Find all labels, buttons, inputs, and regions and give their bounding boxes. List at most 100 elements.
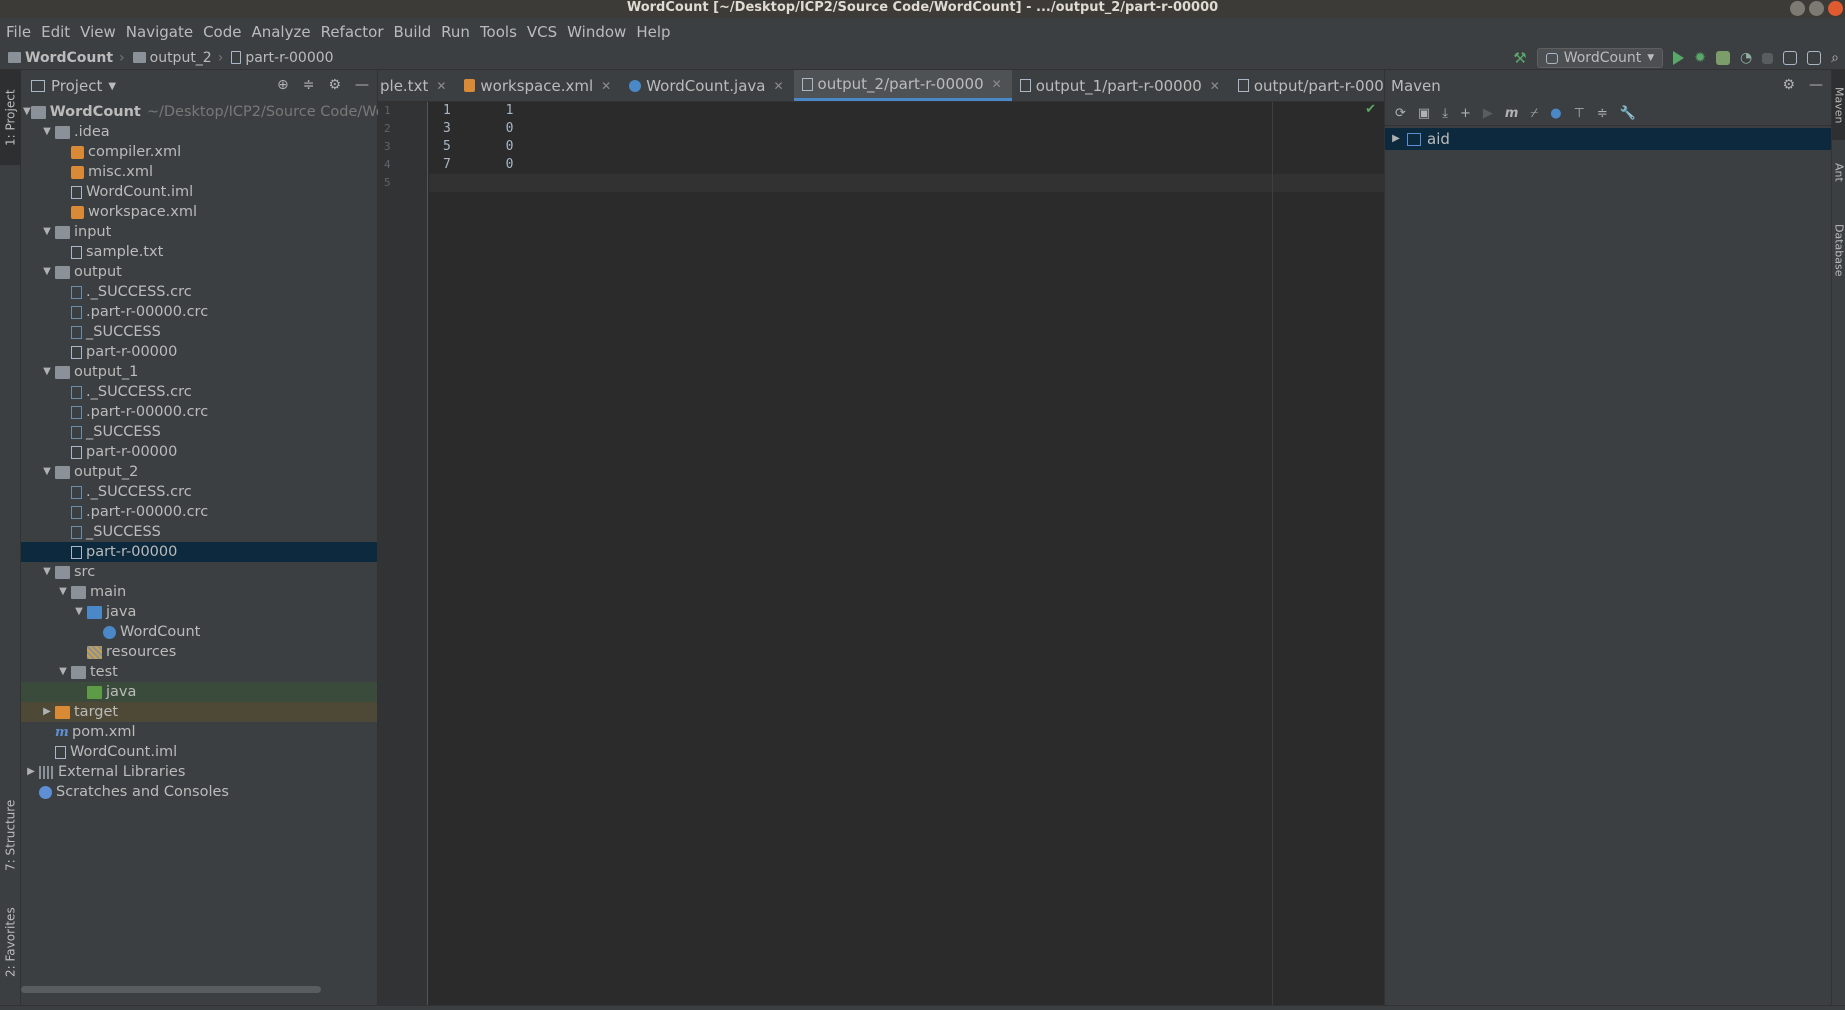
- chevron-down-icon[interactable]: ▼: [39, 222, 55, 242]
- breadcrumb-folder[interactable]: output_2 ›: [132, 50, 223, 66]
- tree-item-file[interactable]: workspace.xml: [21, 202, 377, 222]
- menu-tools[interactable]: Tools: [480, 23, 517, 41]
- tree-item-file[interactable]: compiler.xml: [21, 142, 377, 162]
- menu-run[interactable]: Run: [441, 23, 470, 41]
- tab-output-part[interactable]: output/part-r-00000 ✕: [1230, 70, 1384, 101]
- tool-tab-ant[interactable]: Ant: [1832, 150, 1845, 195]
- chevron-down-icon[interactable]: ▼: [39, 122, 55, 142]
- tool-tab-maven[interactable]: Maven: [1832, 70, 1845, 140]
- add-icon[interactable]: +: [1460, 106, 1471, 121]
- tab-output1-part[interactable]: output_1/part-r-00000 ✕: [1012, 70, 1230, 101]
- menu-help[interactable]: Help: [636, 23, 670, 41]
- tree-item-file[interactable]: ._SUCCESS.crc: [21, 482, 377, 502]
- tree-item-file[interactable]: .part-r-00000.crc: [21, 502, 377, 522]
- tree-item-file[interactable]: part-r-00000: [21, 442, 377, 462]
- menu-code[interactable]: Code: [203, 23, 241, 41]
- tree-item-folder[interactable]: ▼ main: [21, 582, 377, 602]
- close-window-button[interactable]: [1828, 1, 1843, 16]
- hide-icon[interactable]: —: [355, 78, 369, 92]
- tree-item-folder[interactable]: java: [21, 682, 377, 702]
- tree-item-class[interactable]: WordCount: [21, 622, 377, 642]
- tree-item-folder[interactable]: ▼ test: [21, 662, 377, 682]
- collapse-all-icon[interactable]: ≑: [1597, 106, 1608, 121]
- menu-edit[interactable]: Edit: [41, 23, 70, 41]
- chevron-down-icon[interactable]: ▼: [39, 362, 55, 382]
- tree-item-file[interactable]: m pom.xml: [21, 722, 377, 742]
- horizontal-scrollbar[interactable]: [21, 986, 321, 993]
- chevron-down-icon[interactable]: ▼: [55, 662, 71, 682]
- tree-item-file[interactable]: part-r-00000: [21, 342, 377, 362]
- tree-item-file[interactable]: .part-r-00000.crc: [21, 402, 377, 422]
- menu-navigate[interactable]: Navigate: [126, 23, 193, 41]
- chevron-down-icon[interactable]: ▼: [39, 462, 55, 482]
- tree-item-file[interactable]: _SUCCESS: [21, 522, 377, 542]
- download-icon[interactable]: ⤓: [1442, 106, 1448, 121]
- chevron-down-icon[interactable]: ▼: [71, 602, 87, 622]
- menu-file[interactable]: File: [6, 23, 31, 41]
- tree-item-file[interactable]: sample.txt: [21, 242, 377, 262]
- chevron-down-icon[interactable]: ▼: [23, 102, 31, 122]
- tool-tab-structure[interactable]: 7: Structure: [0, 785, 21, 885]
- debug-icon[interactable]: ✹: [1694, 50, 1706, 66]
- tree-item-file[interactable]: _SUCCESS: [21, 322, 377, 342]
- tree-item-folder[interactable]: ▼ java: [21, 602, 377, 622]
- coverage-icon[interactable]: [1715, 51, 1730, 65]
- stop-icon[interactable]: [1762, 52, 1774, 64]
- chevron-right-icon[interactable]: ▶: [39, 702, 55, 722]
- locate-icon[interactable]: ⊕: [277, 78, 289, 92]
- skip-tests-icon[interactable]: ●: [1550, 106, 1561, 121]
- reload-icon[interactable]: ⟳: [1395, 106, 1406, 121]
- tree-item-file[interactable]: ._SUCCESS.crc: [21, 382, 377, 402]
- hide-icon[interactable]: —: [1809, 78, 1823, 92]
- run-configuration-select[interactable]: WordCount ▼: [1536, 48, 1664, 68]
- tree-item-folder[interactable]: ▼ output_2: [21, 462, 377, 482]
- tab-workspace-xml[interactable]: workspace.xml ✕: [456, 70, 621, 101]
- tree-item-folder[interactable]: ▼ .idea: [21, 122, 377, 142]
- project-panel-title[interactable]: Project: [51, 77, 102, 95]
- build-hammer-icon[interactable]: ⚒: [1513, 49, 1526, 67]
- maven-project-item[interactable]: ▶ aid: [1385, 128, 1831, 150]
- chevron-down-icon[interactable]: ▼: [55, 582, 71, 602]
- breadcrumb-file[interactable]: part-r-00000: [231, 50, 334, 66]
- tool-tab-database[interactable]: Database: [1832, 210, 1845, 290]
- show-dependencies-icon[interactable]: ⊤: [1574, 106, 1585, 121]
- code-line[interactable]: 7 0: [429, 156, 1384, 174]
- breadcrumb-project[interactable]: WordCount ›: [8, 50, 125, 66]
- menu-build[interactable]: Build: [394, 23, 432, 41]
- wrench-icon[interactable]: 🔧: [1620, 106, 1636, 121]
- chevron-down-icon[interactable]: ▼: [39, 262, 55, 282]
- tree-item-folder[interactable]: ▼ output: [21, 262, 377, 282]
- chevron-right-icon[interactable]: ▶: [1385, 128, 1407, 150]
- gear-icon[interactable]: ⚙: [1782, 78, 1795, 92]
- tree-item-file[interactable]: .part-r-00000.crc: [21, 302, 377, 322]
- tree-item-folder[interactable]: ▼ input: [21, 222, 377, 242]
- editor-area[interactable]: 1 2 3 4 5 1 1 3 0 5 0 7 0 ✔: [378, 102, 1384, 1005]
- close-icon[interactable]: ✕: [992, 77, 1002, 91]
- tree-item-file[interactable]: ._SUCCESS.crc: [21, 282, 377, 302]
- menu-analyze[interactable]: Analyze: [251, 23, 310, 41]
- tab-sample-txt[interactable]: ple.txt ✕: [378, 70, 456, 101]
- tool-tab-project[interactable]: 1: Project: [0, 70, 21, 165]
- code-line[interactable]: 5 0: [429, 138, 1384, 156]
- menu-window[interactable]: Window: [567, 23, 626, 41]
- toggle-offline-icon[interactable]: ⌿: [1530, 106, 1538, 121]
- collapse-all-icon[interactable]: ≑: [303, 78, 315, 92]
- profile-icon[interactable]: ◔: [1740, 50, 1752, 66]
- inspection-ok-icon[interactable]: ✔: [1365, 102, 1376, 117]
- run-icon[interactable]: [1673, 51, 1685, 65]
- tree-item-folder[interactable]: ▼ src: [21, 562, 377, 582]
- layout-icon[interactable]: [1807, 51, 1822, 65]
- execute-goal-icon[interactable]: m: [1505, 106, 1519, 121]
- tree-item-file[interactable]: _SUCCESS: [21, 422, 377, 442]
- tree-item-folder[interactable]: ▶ target: [21, 702, 377, 722]
- tab-wordcount-java[interactable]: WordCount.java ✕: [621, 70, 793, 101]
- menu-vcs[interactable]: VCS: [527, 23, 557, 41]
- tree-item-root[interactable]: ▼ WordCount ~/Desktop/ICP2/Source Code/W…: [21, 102, 385, 122]
- code-content[interactable]: 1 1 3 0 5 0 7 0: [429, 102, 1384, 192]
- search-icon[interactable]: ⌕: [1831, 50, 1839, 66]
- tool-tab-favorites[interactable]: 2: Favorites: [0, 895, 21, 990]
- tab-output2-part[interactable]: output_2/part-r-00000 ✕: [793, 70, 1012, 101]
- close-icon[interactable]: ✕: [436, 79, 446, 93]
- code-line[interactable]: 1 1: [429, 102, 1384, 120]
- chevron-down-icon[interactable]: ▼: [108, 81, 116, 92]
